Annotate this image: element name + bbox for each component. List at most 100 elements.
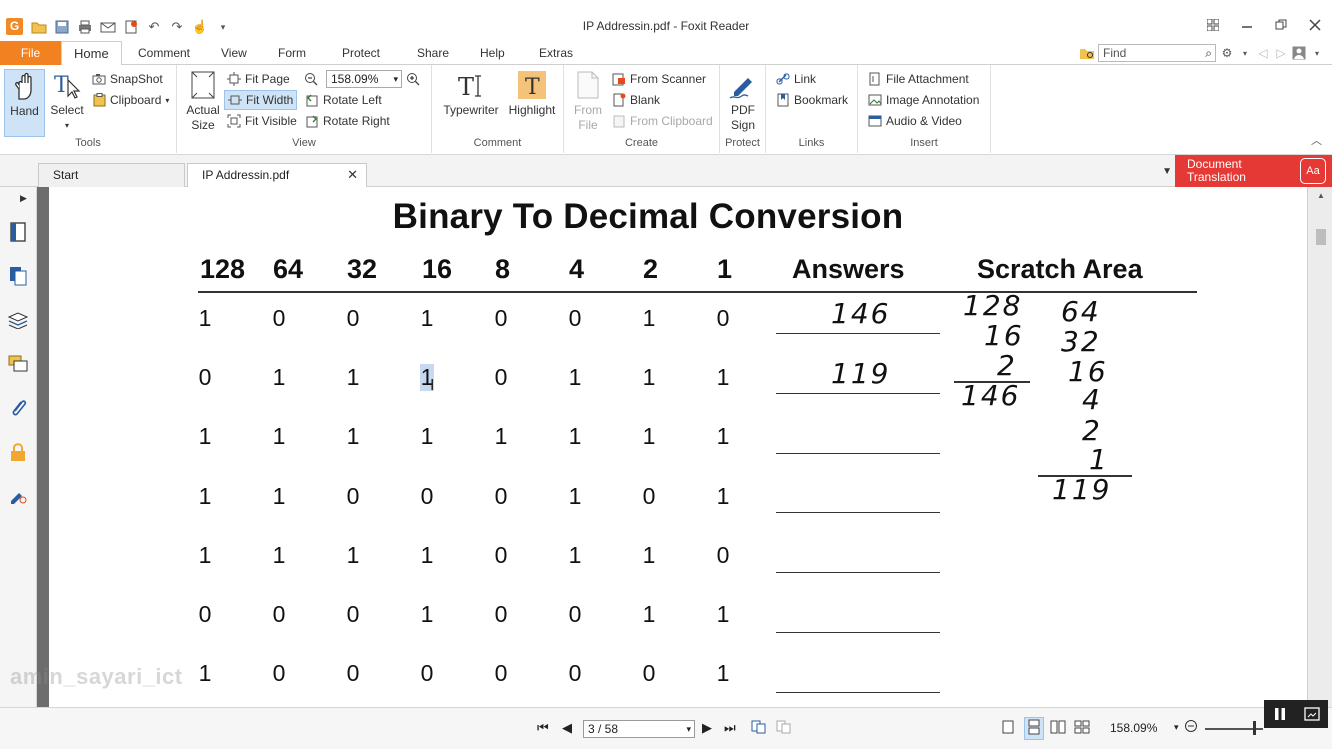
tab-document[interactable]: IP Addressin.pdf ✕ xyxy=(187,163,367,187)
file-tab[interactable]: File xyxy=(0,41,61,65)
tab-help[interactable]: Help xyxy=(480,41,505,65)
hand-tool-quick-icon[interactable]: ☝ xyxy=(191,18,209,36)
ribbon-display-options-icon[interactable] xyxy=(1204,16,1222,34)
select-button[interactable]: T Select ▾ xyxy=(47,69,87,133)
fit-page-icon xyxy=(227,72,241,86)
account-icon[interactable] xyxy=(1292,46,1306,60)
pause-icon[interactable] xyxy=(1264,700,1296,728)
tab-home[interactable]: Home xyxy=(61,41,122,66)
close-tab-icon[interactable]: ✕ xyxy=(347,164,358,186)
undo-icon[interactable]: ↶ xyxy=(145,18,163,36)
file-attachment-button[interactable]: File Attachment xyxy=(868,69,969,89)
hand-button[interactable]: Hand xyxy=(4,69,45,137)
previous-page-icon[interactable]: ◀ xyxy=(562,720,572,736)
document-translation-button[interactable]: Document Translation Aa xyxy=(1175,155,1332,187)
next-view-icon[interactable] xyxy=(776,720,792,737)
ribbon: Hand T Select ▾ SnapShot Clipboard ▾ Too… xyxy=(0,65,1332,155)
highlight-button[interactable]: T Highlight xyxy=(506,69,558,118)
from-file-button[interactable]: From File xyxy=(568,69,608,133)
find-search-icon[interactable]: ⌕ xyxy=(1205,45,1212,61)
from-clipboard-button[interactable]: From Clipboard xyxy=(612,111,713,131)
audio-video-button[interactable]: Audio & Video xyxy=(868,111,962,131)
new-document-icon[interactable] xyxy=(122,18,140,36)
single-page-icon[interactable] xyxy=(1002,720,1014,737)
layers-icon[interactable] xyxy=(7,309,29,331)
fit-width-button[interactable]: Fit Width xyxy=(224,90,298,110)
comments-icon[interactable] xyxy=(7,353,29,375)
continuous-page-icon[interactable] xyxy=(1024,717,1044,740)
settings-dropdown-icon[interactable]: ▾ xyxy=(1238,46,1252,60)
snapshot-button[interactable]: SnapShot xyxy=(92,69,163,89)
rotate-right-button[interactable]: Rotate Right xyxy=(305,111,390,131)
fit-page-button[interactable]: Fit Page xyxy=(227,69,290,89)
zoom-select[interactable]: 158.09% ▾ xyxy=(326,70,402,88)
open-folder-icon[interactable] xyxy=(30,18,48,36)
scroll-up-icon[interactable]: ▲ xyxy=(1317,191,1325,200)
tab-form[interactable]: Form xyxy=(278,41,306,65)
customize-quick-access-icon[interactable]: ▾ xyxy=(214,18,232,36)
zoom-dropdown-icon[interactable]: ▾ xyxy=(1174,722,1179,733)
page-number-input[interactable]: 3 / 58 ▾ xyxy=(583,720,695,738)
previous-view-icon[interactable] xyxy=(751,720,767,737)
picture-in-picture-icon[interactable] xyxy=(1296,700,1328,728)
zoom-slider-knob[interactable] xyxy=(1253,721,1256,735)
clipboard-button[interactable]: Clipboard ▾ xyxy=(92,90,169,110)
account-dropdown-icon[interactable]: ▾ xyxy=(1310,46,1324,60)
next-page-icon[interactable]: ▶ xyxy=(702,720,712,736)
close-window-icon[interactable] xyxy=(1306,16,1324,34)
attachments-paperclip-icon[interactable] xyxy=(7,397,29,419)
signature-panel-icon[interactable] xyxy=(7,485,29,507)
tab-list-dropdown-icon[interactable]: ▼ xyxy=(1162,166,1172,177)
expand-panel-icon[interactable]: ▶ xyxy=(20,193,27,204)
zoom-dropdown-icon[interactable]: ▾ xyxy=(393,71,398,87)
find-previous-icon[interactable]: ◁ xyxy=(1256,46,1270,60)
zoom-in-icon[interactable] xyxy=(406,72,420,86)
blank-button[interactable]: Blank xyxy=(612,90,660,110)
search-folder-icon[interactable] xyxy=(1080,46,1094,60)
scroll-thumb[interactable] xyxy=(1316,229,1326,245)
last-page-icon[interactable]: ⏭ xyxy=(724,720,736,736)
tab-protect[interactable]: Protect xyxy=(342,41,380,65)
tab-view[interactable]: View xyxy=(221,41,247,65)
minimize-icon[interactable] xyxy=(1238,16,1256,34)
bookmark-button[interactable]: Bookmark xyxy=(776,90,848,110)
find-next-icon[interactable]: ▷ xyxy=(1274,46,1288,60)
settings-gear-icon[interactable]: ⚙ xyxy=(1220,46,1234,60)
scratch-number: 64 xyxy=(1061,295,1101,328)
continuous-facing-icon[interactable] xyxy=(1074,720,1090,737)
foxit-logo-icon[interactable]: G xyxy=(6,18,23,35)
print-icon[interactable] xyxy=(76,18,94,36)
tab-comment[interactable]: Comment xyxy=(138,41,190,65)
clipboard-dropdown-icon[interactable]: ▾ xyxy=(165,96,169,105)
facing-pages-icon[interactable] xyxy=(1050,720,1066,737)
panel-splitter[interactable] xyxy=(37,187,49,707)
tab-start[interactable]: Start xyxy=(38,163,185,187)
status-zoom-value[interactable]: 158.09% xyxy=(1110,721,1157,735)
status-zoom-out-icon[interactable] xyxy=(1184,719,1198,736)
email-icon[interactable] xyxy=(99,18,117,36)
actual-size-button[interactable]: Actual Size xyxy=(182,69,224,133)
from-scanner-button[interactable]: From Scanner xyxy=(612,69,706,89)
page-thumbnail-icon[interactable] xyxy=(7,221,29,243)
collapse-ribbon-icon[interactable]: ︿ xyxy=(1311,132,1322,148)
zoom-out-icon[interactable] xyxy=(304,72,318,86)
restore-icon[interactable] xyxy=(1272,16,1290,34)
rotate-left-button[interactable]: Rotate Left xyxy=(305,90,382,110)
redo-icon[interactable]: ↷ xyxy=(168,18,186,36)
security-lock-icon[interactable] xyxy=(7,441,29,463)
link-button[interactable]: Link xyxy=(776,69,816,89)
pdf-sign-button[interactable]: PDF Sign xyxy=(724,69,762,133)
save-icon[interactable] xyxy=(53,18,71,36)
tab-extras[interactable]: Extras xyxy=(539,41,573,65)
pages-icon[interactable] xyxy=(7,265,29,287)
find-input[interactable]: Find ⌕ xyxy=(1098,44,1216,62)
tab-share[interactable]: Share xyxy=(417,41,449,65)
fit-visible-button[interactable]: Fit Visible xyxy=(227,111,297,131)
vertical-scrollbar[interactable]: ▲ xyxy=(1307,187,1332,707)
typewriter-button[interactable]: T Typewriter xyxy=(440,69,502,118)
first-page-icon[interactable]: ⏮ xyxy=(537,720,549,736)
page-dropdown-icon[interactable]: ▾ xyxy=(686,721,691,737)
image-annotation-button[interactable]: Image Annotation xyxy=(868,90,979,110)
select-dropdown-icon[interactable]: ▾ xyxy=(47,118,87,133)
pdf-sign-pen-icon xyxy=(727,69,759,101)
